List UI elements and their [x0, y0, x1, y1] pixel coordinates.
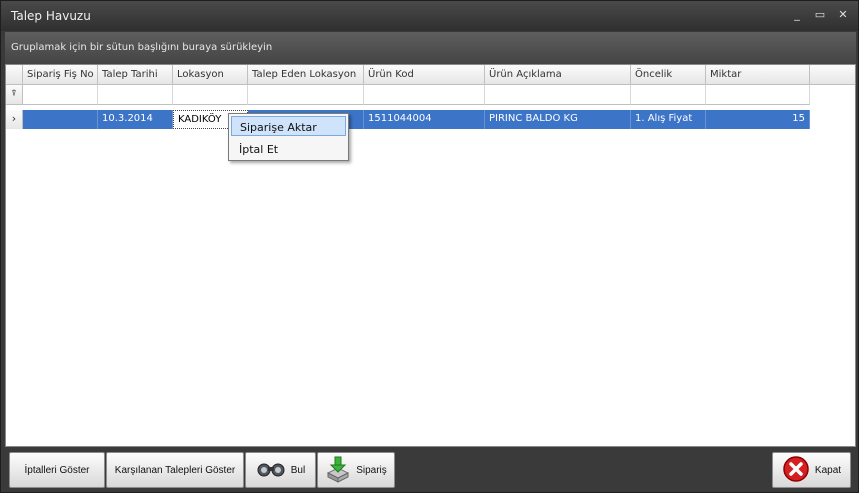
row-context-menu: Siparişe Aktar İptal Et: [228, 113, 349, 161]
column-header-urun-kod[interactable]: Ürün Kod: [364, 65, 485, 85]
title-bar: Talep Havuzu _ ▭ ✕: [1, 1, 858, 31]
filter-cell-oncelik[interactable]: [631, 85, 706, 105]
column-header-miktar[interactable]: Miktar: [706, 65, 810, 85]
group-panel-hint: Gruplamak için bir sütun başlığını buray…: [11, 42, 273, 53]
cell-miktar[interactable]: 15: [706, 110, 810, 129]
siparis-label: Sipariş: [356, 464, 387, 476]
karsilanan-label: Karşılanan Talepleri Göster: [114, 464, 236, 476]
column-header-oncelik[interactable]: Öncelik: [631, 65, 706, 85]
filter-cell-lokasyon[interactable]: [173, 85, 248, 105]
karsilanan-talepleri-goster-button[interactable]: Karşılanan Talepleri Göster: [106, 452, 244, 488]
bottom-toolbar: İptalleri Göster Karşılanan Talepleri Gö…: [5, 448, 856, 490]
iptalleri-goster-label: İptalleri Göster: [24, 464, 90, 476]
minimize-icon[interactable]: _: [790, 9, 804, 21]
group-by-panel[interactable]: Gruplamak için bir sütun başlığını buray…: [5, 32, 856, 64]
cell-oncelik[interactable]: 1. Alış Fiyat: [631, 110, 706, 129]
kapat-button[interactable]: Kapat: [772, 452, 851, 488]
filter-cell-urun-kod[interactable]: [364, 85, 485, 105]
header-filler: [810, 65, 855, 85]
header-corner: [6, 65, 23, 85]
binoculars-icon: [256, 460, 286, 481]
menu-item-siparise-aktar[interactable]: Siparişe Aktar: [231, 116, 346, 136]
column-header-lokasyon[interactable]: Lokasyon: [173, 65, 248, 85]
cell-siparis-fis-no[interactable]: [23, 110, 98, 129]
filter-cell-miktar[interactable]: [706, 85, 810, 105]
column-header-urun-aciklama[interactable]: Ürün Açıklama: [485, 65, 631, 85]
iptalleri-goster-button[interactable]: İptalleri Göster: [9, 452, 105, 488]
filter-cell-talep-eden-lokasyon[interactable]: [248, 85, 364, 105]
column-header-talep-tarihi[interactable]: Talep Tarihi: [98, 65, 173, 85]
filter-cell-talep-tarihi[interactable]: [98, 85, 173, 105]
cell-talep-tarihi[interactable]: 10.3.2014: [98, 110, 173, 129]
kapat-label: Kapat: [814, 464, 842, 476]
cell-urun-kod[interactable]: 1511044004: [364, 110, 485, 129]
menu-item-iptal-et[interactable]: İptal Et: [231, 139, 346, 159]
column-header-siparis-fis-no[interactable]: Sipariş Fiş No: [23, 65, 98, 85]
request-grid[interactable]: Sipariş Fiş No Talep Tarihi Lokasyon Tal…: [5, 64, 856, 447]
filter-cell-siparis-fis-no[interactable]: [23, 85, 98, 105]
siparis-button[interactable]: Sipariş: [317, 452, 395, 488]
order-icon: [325, 455, 351, 486]
close-window-icon[interactable]: ✕: [836, 9, 850, 21]
talep-havuzu-window: Talep Havuzu _ ▭ ✕ Gruplamak için bir sü…: [0, 0, 859, 493]
window-title: Talep Havuzu: [11, 9, 91, 23]
bul-button[interactable]: Bul: [245, 452, 316, 488]
bul-label: Bul: [290, 464, 306, 476]
close-icon: [782, 455, 810, 486]
filter-icon: ⍒: [6, 85, 23, 105]
column-header-talep-eden-lokasyon[interactable]: Talep Eden Lokasyon: [248, 65, 364, 85]
filter-cell-urun-aciklama[interactable]: [485, 85, 631, 105]
row-pointer-icon: ›: [6, 110, 23, 129]
maximize-icon[interactable]: ▭: [813, 9, 827, 21]
cell-urun-aciklama[interactable]: PIRINC BALDO KG: [485, 110, 631, 129]
